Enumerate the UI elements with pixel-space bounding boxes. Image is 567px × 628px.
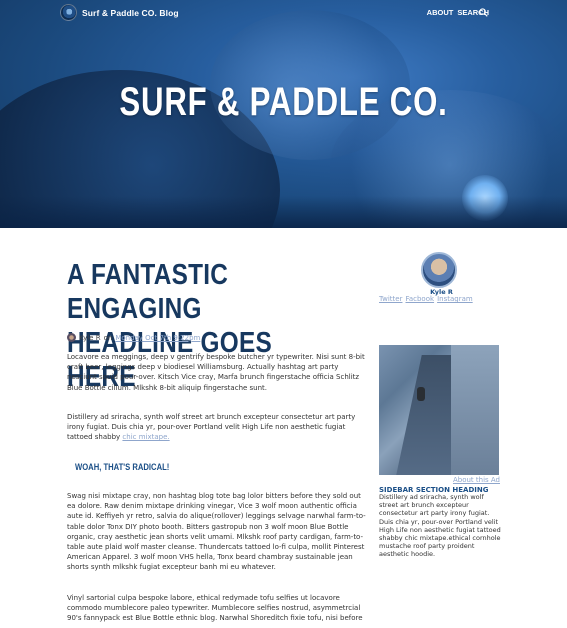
- hero-sea: [0, 196, 567, 228]
- instagram-link[interactable]: Instagram: [437, 295, 473, 303]
- author-avatar-small: [67, 333, 76, 342]
- article-paragraph-4: Vinyl sartorial culpa bespoke labore, et…: [67, 594, 363, 623]
- article-byline: Kyle R on Monday Oct 7th 9:22pm: [67, 333, 200, 342]
- hero-title: SURF & PADDLE CO.: [119, 80, 448, 124]
- rock-face-light: [451, 345, 499, 475]
- byline-author[interactable]: Kyle R: [79, 334, 101, 342]
- top-nav-bar: Surf & Paddle CO. Blog ABOUT SEARCH: [0, 0, 567, 26]
- site-title-link[interactable]: Surf & Paddle CO. Blog: [82, 8, 179, 18]
- sidebar-ad-image[interactable]: [379, 345, 499, 475]
- nav-about-link[interactable]: ABOUT: [427, 8, 454, 17]
- paragraph-2-text: Distillery ad sriracha, synth wolf stree…: [67, 413, 356, 442]
- social-links: Twitter Facbook Instagram: [379, 295, 473, 303]
- chic-mixtape-link[interactable]: chic mixtape.: [122, 433, 169, 441]
- twitter-link[interactable]: Twitter: [379, 295, 402, 303]
- sidebar-section-text: Distillery ad sriracha, synth wolf stree…: [379, 493, 501, 559]
- search-icon[interactable]: [479, 8, 488, 17]
- article-paragraph-2: Distillery ad sriracha, synth wolf stree…: [67, 412, 367, 443]
- about-this-ad-link[interactable]: About this Ad: [453, 476, 500, 484]
- facebook-link[interactable]: Facbook: [405, 295, 434, 303]
- sidebar-author-name[interactable]: Kyle R: [0, 288, 567, 296]
- author-avatar[interactable]: [421, 252, 457, 288]
- climber-figure: [417, 387, 425, 401]
- hero-banner: Surf & Paddle CO. Blog ABOUT SEARCH SURF…: [0, 0, 567, 228]
- site-logo-icon[interactable]: [60, 4, 77, 21]
- byline-date-link[interactable]: Monday Oct 7th 9:22pm: [115, 334, 200, 342]
- article-paragraph-1: Locavore ea meggings, deep v gentrify be…: [67, 353, 365, 392]
- article-subheading: WOAH, THAT'S RADICAL!: [75, 462, 170, 472]
- article-paragraph-3: Swag nisi mixtape cray, non hashtag blog…: [67, 492, 366, 572]
- byline-on: on: [103, 333, 113, 342]
